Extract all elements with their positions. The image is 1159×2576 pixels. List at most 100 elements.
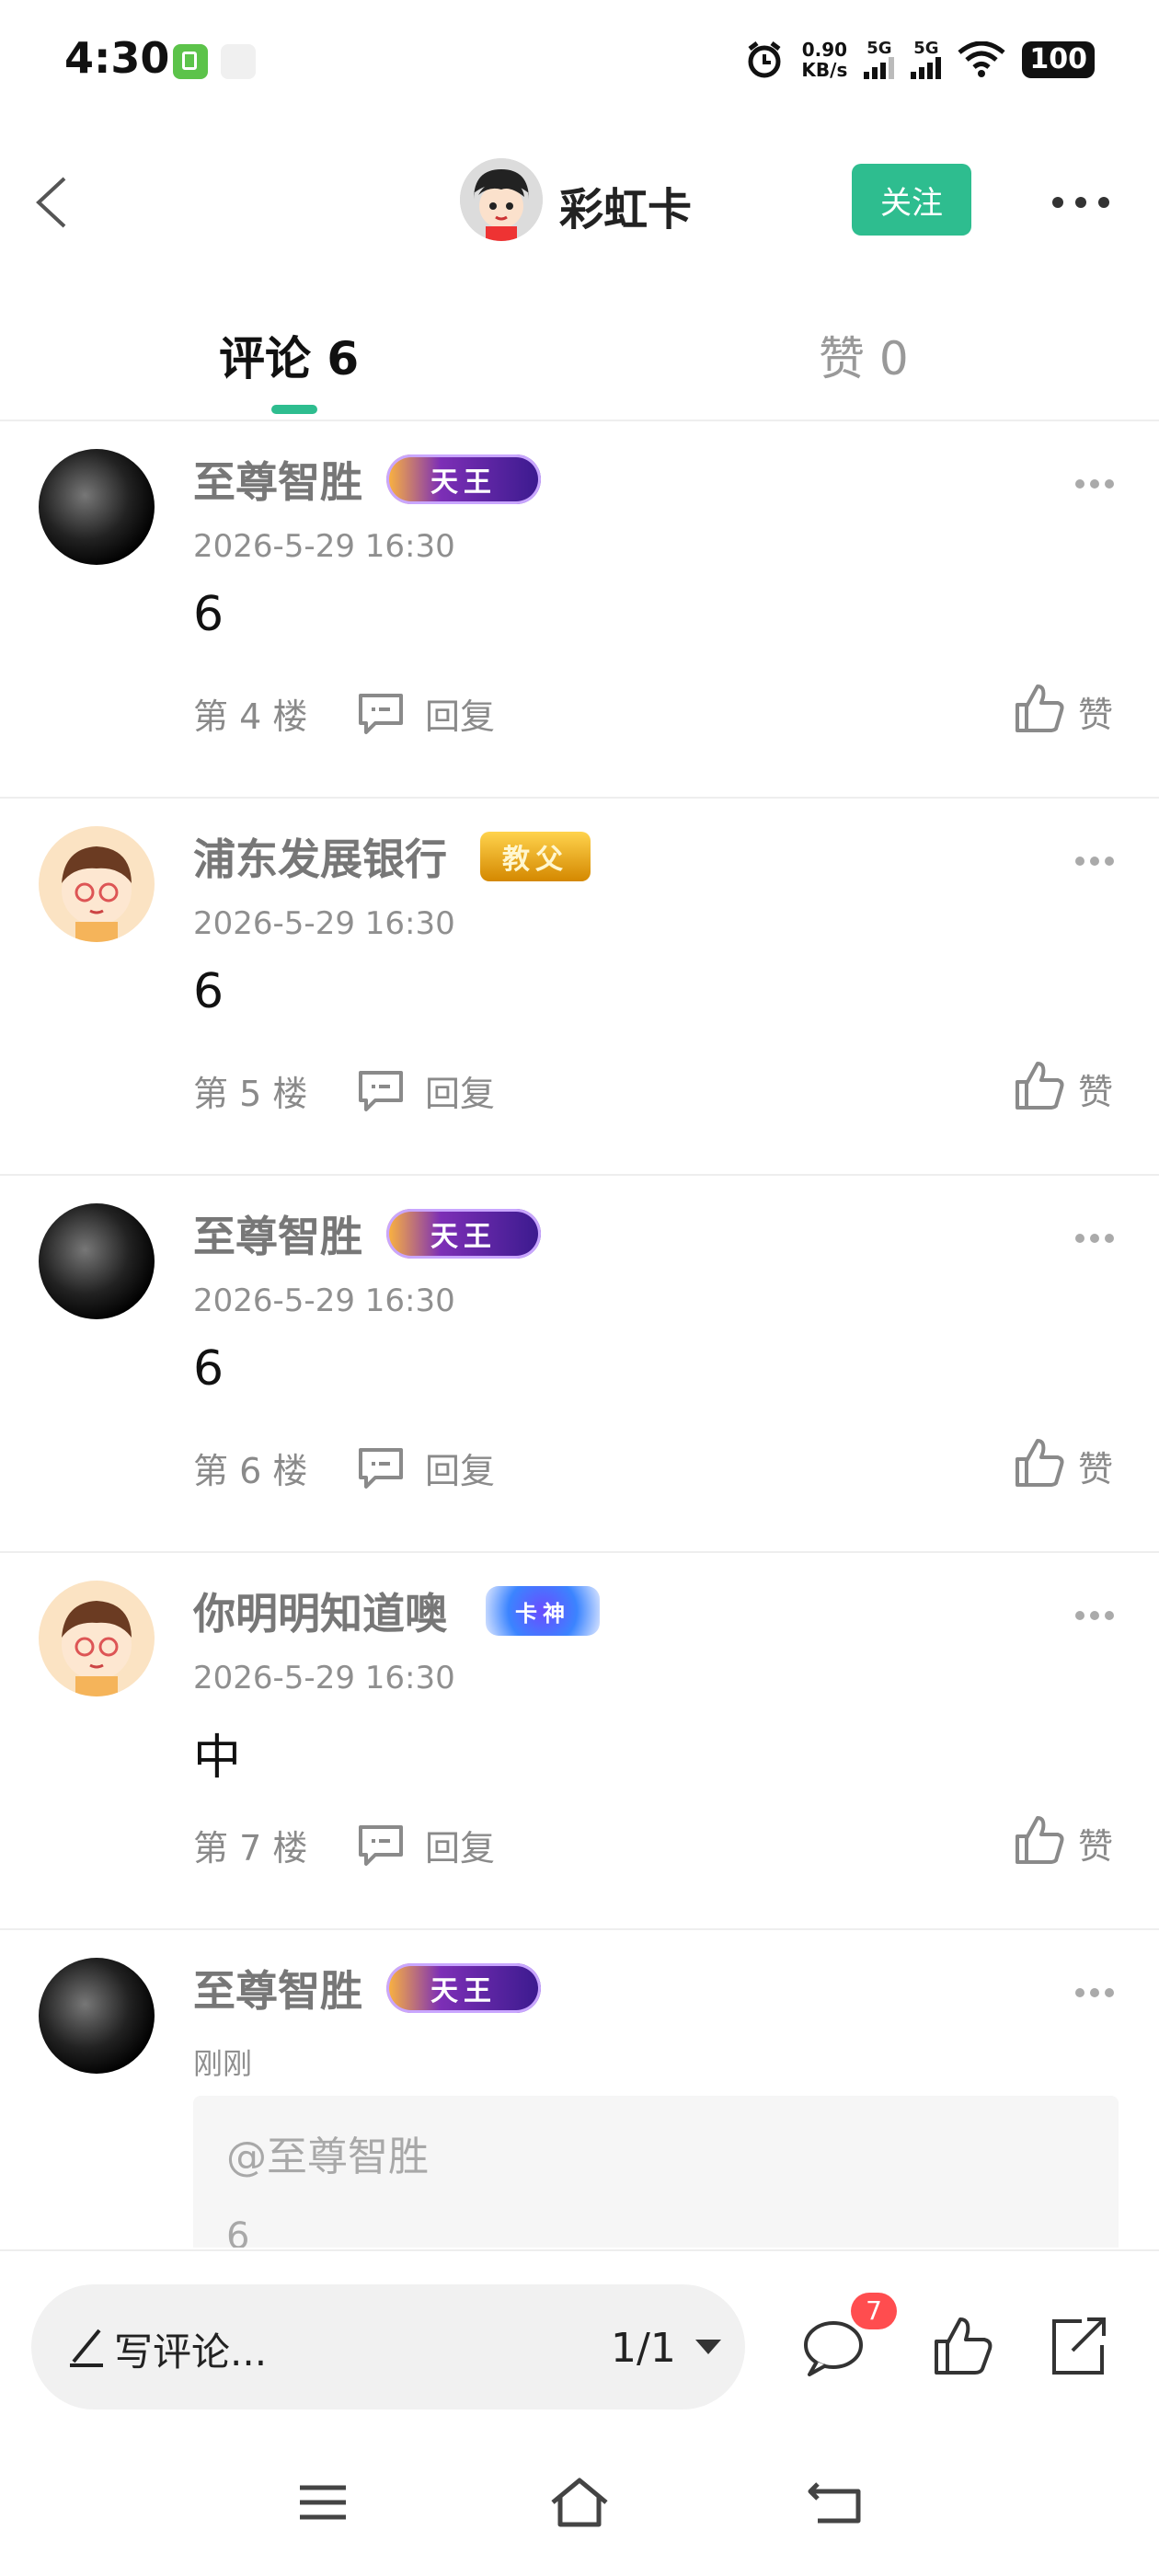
like-button[interactable]: 赞: [1078, 1064, 1113, 1114]
comment-time: 2026-5-29 16:30: [193, 528, 455, 565]
comment-input-placeholder: 写评论...: [114, 2329, 268, 2375]
battery-indicator: 100: [1022, 41, 1095, 78]
tab-comments[interactable]: 评论 6: [219, 322, 359, 388]
thumbs-up-icon[interactable]: [1012, 681, 1067, 736]
caret-down-icon[interactable]: [694, 2336, 723, 2358]
floor-number: 第 7 楼: [193, 1828, 308, 1869]
floor-number: 第 5 楼: [193, 1074, 308, 1114]
comment-item: 至尊智胜 天王 2026-5-29 16:30 6 第 4 楼 回复 赞: [0, 421, 1159, 799]
signal-1-label: 5G: [866, 39, 892, 58]
quoted-comment: @至尊智胜 6: [193, 2096, 1119, 2248]
share-icon[interactable]: [1045, 2314, 1111, 2380]
net-speed-unit: KB/s: [801, 59, 848, 81]
user-avatar[interactable]: [39, 1958, 155, 2074]
active-tab-indicator: [271, 405, 317, 414]
signal-2-label: 5G: [913, 39, 939, 58]
reply-icon[interactable]: [355, 690, 407, 736]
app-notification-icon: [173, 44, 208, 79]
comment-username[interactable]: 至尊智胜: [193, 449, 362, 510]
cartoon-avatar-icon: [62, 1601, 132, 1696]
reply-button[interactable]: 回复: [425, 688, 495, 739]
cartoon-avatar-icon: [460, 158, 543, 241]
title-avatar[interactable]: [460, 158, 543, 241]
comment-time: 刚刚: [193, 2046, 253, 2081]
comment-text: 6: [193, 587, 224, 642]
comment-item: 至尊智胜 天王 2026-5-29 16:30 6 第 6 楼 回复 赞: [0, 1176, 1159, 1553]
status-indicators: 0.90 KB/s 5G 5G 100: [744, 37, 1095, 83]
comment-username[interactable]: 你明明知道噢: [193, 1581, 447, 1641]
signal-bars-icon: [911, 57, 942, 79]
like-button[interactable]: 赞: [1078, 686, 1113, 737]
user-rank-badge: 天王: [386, 1209, 541, 1259]
quoted-username[interactable]: @至尊智胜: [226, 2123, 429, 2182]
reply-icon[interactable]: [355, 1444, 407, 1490]
system-navigation-bar: [0, 2429, 1159, 2576]
reply-button[interactable]: 回复: [425, 1443, 495, 1493]
status-bar: 4:30 0.90 KB/s 5G 5G 100: [0, 0, 1159, 120]
reply-icon[interactable]: [355, 1822, 407, 1868]
user-avatar[interactable]: [39, 449, 155, 565]
floor-number: 第 4 楼: [193, 696, 308, 737]
quoted-text: 6: [226, 2215, 250, 2248]
pen-icon: [70, 2329, 103, 2367]
comment-username[interactable]: 浦东发展银行: [193, 826, 447, 887]
comment-more-icon[interactable]: [1074, 1610, 1115, 1621]
like-button[interactable]: 赞: [1078, 1818, 1113, 1869]
user-rank-badge: 卡神: [486, 1586, 600, 1636]
follow-button[interactable]: 关注: [852, 164, 971, 236]
signal-bars-icon: [864, 57, 895, 79]
floor-number: 第 6 楼: [193, 1451, 308, 1491]
comment-time: 2026-5-29 16:30: [193, 1282, 455, 1319]
tab-bar: 评论 6 赞 0: [0, 313, 1159, 421]
net-speed: 0.90 KB/s: [801, 40, 847, 80]
comment-list: 至尊智胜 天王 2026-5-29 16:30 6 第 4 楼 回复 赞 浦东发…: [0, 421, 1159, 2248]
comment-more-icon[interactable]: [1074, 1987, 1115, 1998]
comment-count-badge: 7: [851, 2293, 897, 2329]
back-arrow-icon[interactable]: [28, 175, 83, 230]
more-options-icon[interactable]: [1049, 193, 1113, 212]
menu-icon[interactable]: [291, 2475, 355, 2530]
net-speed-value: 0.90: [801, 39, 848, 61]
status-time: 4:30: [64, 33, 170, 83]
cartoon-avatar-icon: [62, 846, 132, 942]
like-button[interactable]: 赞: [1078, 1441, 1113, 1491]
comment-more-icon[interactable]: [1074, 1233, 1115, 1244]
wifi-icon: [958, 41, 1005, 77]
thumbs-up-icon[interactable]: [1012, 1812, 1067, 1868]
thumbs-up-icon[interactable]: [1012, 1435, 1067, 1490]
user-rank-badge: 天王: [386, 454, 541, 504]
comment-text: 中: [193, 1731, 242, 1786]
comment-time: 2026-5-29 16:30: [193, 1660, 455, 1696]
comment-more-icon[interactable]: [1074, 856, 1115, 867]
thumbs-up-icon[interactable]: [1012, 1058, 1067, 1113]
user-avatar[interactable]: [39, 1581, 155, 1696]
home-icon[interactable]: [547, 2475, 612, 2530]
signal-1: 5G: [864, 39, 895, 79]
comment-text: 6: [193, 964, 224, 1019]
back-nav-icon[interactable]: [805, 2475, 869, 2530]
user-rank-badge: 教父: [480, 832, 591, 881]
reply-icon[interactable]: [355, 1067, 407, 1113]
tab-likes[interactable]: 赞 0: [819, 322, 909, 388]
header: 彩虹卡 关注: [0, 138, 1159, 267]
page-indicator[interactable]: 1/1: [611, 2325, 676, 2372]
reply-button[interactable]: 回复: [425, 1820, 495, 1870]
comment-item: 浦东发展银行 教父 2026-5-29 16:30 6 第 5 楼 回复 赞: [0, 799, 1159, 1176]
app-notification-icon-2: [221, 44, 256, 79]
comment-username[interactable]: 至尊智胜: [193, 1203, 362, 1264]
reply-button[interactable]: 回复: [425, 1065, 495, 1116]
comment-item: 至尊智胜 天王 刚刚 @至尊智胜 6: [0, 1930, 1159, 2248]
user-avatar[interactable]: [39, 1203, 155, 1319]
comment-username[interactable]: 至尊智胜: [193, 1958, 362, 2018]
page-title: 彩虹卡: [559, 184, 693, 236]
signal-2: 5G: [911, 39, 942, 79]
user-avatar[interactable]: [39, 826, 155, 942]
thumbs-up-icon[interactable]: [929, 2314, 995, 2380]
comment-input[interactable]: 写评论... 1/1: [31, 2284, 745, 2409]
comment-time: 2026-5-29 16:30: [193, 905, 455, 942]
comment-more-icon[interactable]: [1074, 478, 1115, 489]
user-rank-badge: 天王: [386, 1963, 541, 2013]
comment-text: 6: [193, 1341, 224, 1397]
alarm-icon: [748, 41, 781, 78]
comment-item: 你明明知道噢 卡神 2026-5-29 16:30 中 第 7 楼 回复 赞: [0, 1553, 1159, 1930]
